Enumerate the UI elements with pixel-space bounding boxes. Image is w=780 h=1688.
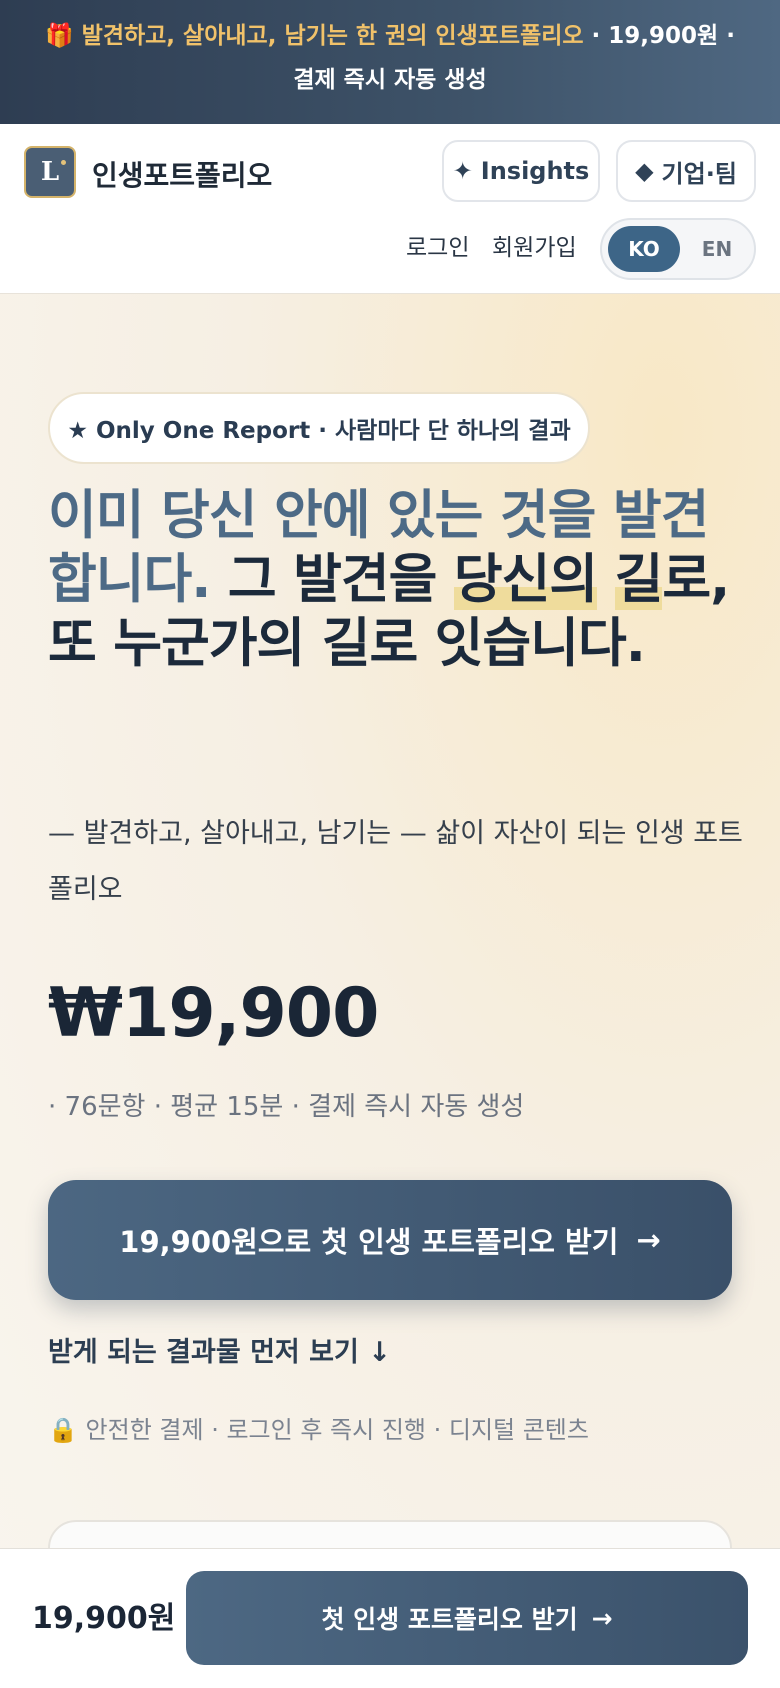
primary-cta-label: 19,900원으로 첫 인생 포트폴리오 받기 [119,1225,619,1259]
preview-results-label: 받게 되는 결과물 먼저 보기 [48,1337,359,1368]
signup-link[interactable]: 회원가입 [492,228,577,262]
arrow-right-icon: → [636,1223,661,1257]
arrow-down-icon: ↓ [368,1337,391,1368]
login-link[interactable]: 로그인 [406,228,469,262]
promo-price: · 19,900원 · [583,23,735,49]
business-team-button[interactable]: ◆ 기업·팀 [616,140,756,202]
lock-icon: 🔒 [48,1416,78,1444]
brand-name[interactable]: 인생포트폴리오 [92,154,272,194]
logo-dot [61,160,66,165]
logo-letter: L [40,157,60,187]
secure-payment-note: 🔒 안전한 결제 · 로그인 후 즉시 진행 · 디지털 콘텐츠 [48,1410,589,1445]
lang-ko-option[interactable]: KO [608,226,680,272]
only-one-report-badge: ★ Only One Report · 사람마다 단 하나의 결과 [48,392,590,464]
logo[interactable]: L [24,146,76,198]
product-meta: · 76문항 · 평균 15분 · 결제 즉시 자동 생성 [48,1092,525,1122]
sticky-bottom-bar: 19,900원 첫 인생 포트폴리오 받기 → [0,1548,780,1688]
arrow-right-icon: → [591,1603,613,1633]
hero-price: ₩19,900 [48,974,379,1053]
language-toggle[interactable]: KO EN [600,218,756,280]
hero-headline: 이미 당신 안에 있는 것을 발견합니다. 그 발견을 당신의 길로, 또 누군… [48,484,748,676]
sparkle-icon: ✦ [452,157,473,185]
insights-label: Insights [480,157,590,185]
preview-results-link[interactable]: 받게 되는 결과물 먼저 보기 ↓ [48,1330,391,1369]
headline-part1: 그 발견을 [210,549,454,610]
headline-mark-1: 당신의 [453,549,598,610]
headline-mark-2: 길 [614,549,663,610]
promo-line-1: 🎁 발견하고, 살아내고, 남기는 한 권의 인생포트폴리오 · 19,900원… [0,14,780,58]
gift-icon: 🎁 [45,23,74,49]
hero-section: ★ Only One Report · 사람마다 단 하나의 결과 이미 당신 … [0,294,780,1688]
diamond-icon: ◆ [635,157,654,185]
hero-subtitle: — 발견하고, 살아내고, 남기는 — 삶이 자산이 되는 인생 포트폴리오 [48,818,743,905]
bottom-price: 19,900원 [32,1601,176,1636]
promo-line-2: 결제 즉시 자동 생성 [293,67,487,93]
business-team-label: 기업·팀 [661,159,737,188]
bottom-cta-label: 첫 인생 포트폴리오 받기 [321,1605,578,1634]
lang-en-option[interactable]: EN [686,226,748,272]
promo-highlight: 발견하고, 살아내고, 남기는 한 권의 인생포트폴리오 [81,23,584,49]
insights-button[interactable]: ✦ Insights [442,140,600,202]
secure-payment-text: 안전한 결제 · 로그인 후 즉시 진행 · 디지털 콘텐츠 [85,1416,589,1444]
promo-banner: 🎁 발견하고, 살아내고, 남기는 한 권의 인생포트폴리오 · 19,900원… [0,0,780,124]
primary-cta-button[interactable]: 19,900원으로 첫 인생 포트폴리오 받기 → [48,1180,732,1300]
bottom-cta-button[interactable]: 첫 인생 포트폴리오 받기 → [186,1571,748,1665]
site-header: L 인생포트폴리오 ✦ Insights ◆ 기업·팀 로그인 회원가입 KO … [0,124,780,294]
